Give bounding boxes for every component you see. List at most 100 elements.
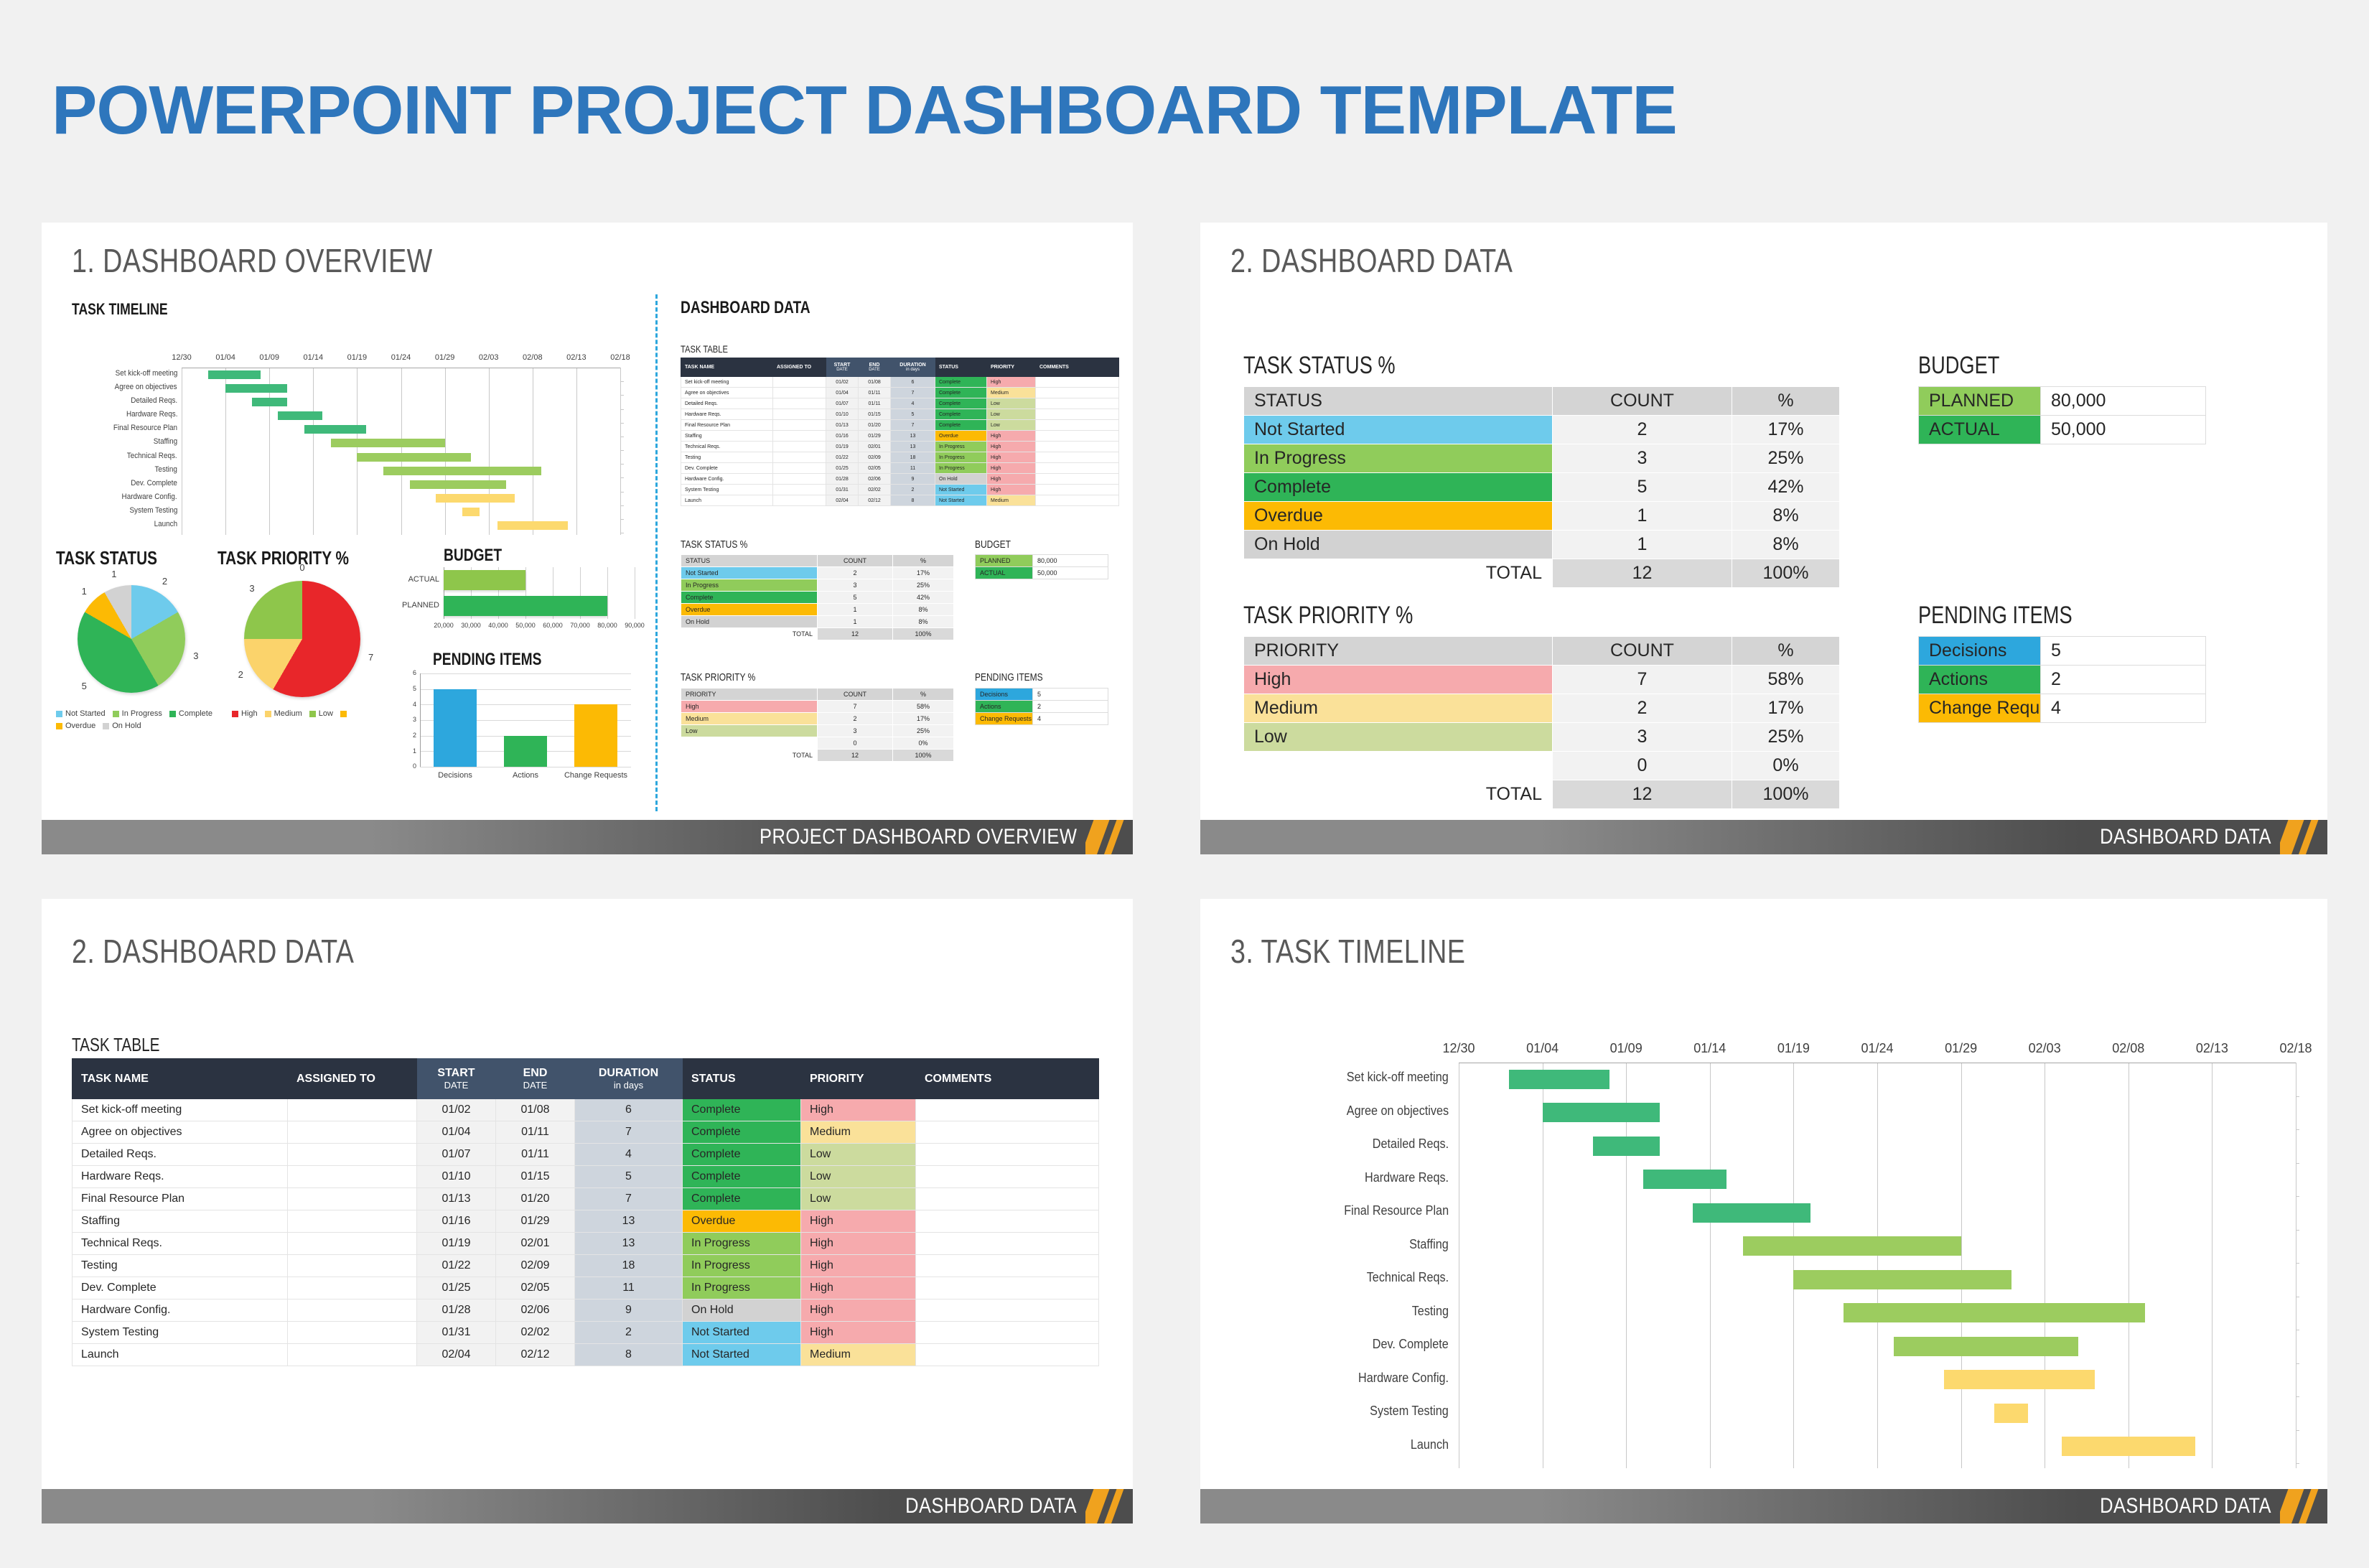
cell-assigned-to[interactable] (287, 1321, 417, 1344)
cell-comments[interactable] (915, 1143, 1099, 1166)
cell-assigned-to[interactable] (287, 1187, 417, 1210)
cell-assigned-to[interactable] (287, 1098, 417, 1121)
cell-comments[interactable] (1035, 495, 1119, 506)
cell-comments[interactable] (915, 1210, 1099, 1233)
table-row[interactable]: Decisions 5 (975, 688, 1108, 701)
table-row[interactable]: Dev. Complete 01/25 02/05 11 In Progress High (72, 1277, 1099, 1299)
cell-comments[interactable] (915, 1277, 1099, 1299)
table-row[interactable]: System Testing 01/31 02/02 2 Not Started High (72, 1321, 1099, 1344)
cell-assigned-to[interactable] (772, 419, 826, 431)
cell-assigned-to[interactable] (772, 441, 826, 452)
table-row[interactable]: Hardware Config. 01/28 02/06 9 On Hold High (72, 1299, 1099, 1322)
table-row[interactable]: Launch 02/04 02/12 8 Not Started Medium (72, 1343, 1099, 1366)
table-row[interactable]: Staffing 01/16 01/29 13 Overdue High (72, 1210, 1099, 1233)
cell-comments[interactable] (1035, 452, 1119, 463)
table-row[interactable]: In Progress 3 25% (681, 579, 954, 592)
table-row[interactable]: Change Requests4 (1918, 694, 2206, 723)
cell-comments[interactable] (915, 1232, 1099, 1255)
table-row[interactable]: ACTUAL 50,000 (975, 566, 1108, 579)
cell-comments[interactable] (915, 1187, 1099, 1210)
table-row[interactable]: Final Resource Plan 01/13 01/20 7 Complete Lo… (72, 1187, 1099, 1210)
table-row[interactable]: Dev. Complete 01/25 02/05 11 In Progress High (681, 462, 1119, 474)
table-row[interactable]: Actions 2 (975, 700, 1108, 713)
cell-comments[interactable] (1035, 462, 1119, 474)
table-row[interactable]: Technical Reqs. 01/19 02/01 13 In Progress Hi… (681, 441, 1119, 452)
table-row[interactable]: System Testing 01/31 02/02 2 Not Started High (681, 484, 1119, 495)
table-row[interactable]: Testing 01/22 02/09 18 In Progress High (72, 1254, 1099, 1277)
cell-comments[interactable] (1035, 376, 1119, 388)
table-row[interactable]: Launch 02/04 02/12 8 Not Started Medium (681, 495, 1119, 506)
table-row[interactable]: 0 0% (681, 737, 954, 750)
cell-comments[interactable] (915, 1098, 1099, 1121)
table-row[interactable]: Testing 01/22 02/09 18 In Progress High (681, 452, 1119, 463)
cell-comments[interactable] (915, 1121, 1099, 1144)
table-row[interactable]: Low 3 25% (1243, 722, 1840, 752)
cell-assigned-to[interactable] (772, 452, 826, 463)
table-row[interactable]: Detailed Reqs. 01/07 01/11 4 Complete Low (681, 398, 1119, 409)
cell-comments[interactable] (915, 1321, 1099, 1344)
cell-assigned-to[interactable] (772, 430, 826, 442)
table-row[interactable]: Not Started 2 17% (1243, 415, 1840, 444)
cell-comments[interactable] (1035, 398, 1119, 409)
cell-comments[interactable] (915, 1343, 1099, 1366)
cell-comments[interactable] (1035, 441, 1119, 452)
table-row[interactable]: In Progress 3 25% (1243, 444, 1840, 473)
cell-assigned-to[interactable] (287, 1343, 417, 1366)
table-row[interactable]: PLANNED 80,000 (975, 554, 1108, 567)
table-row[interactable]: Change Requests4 (975, 712, 1108, 725)
table-row[interactable]: On Hold 1 8% (1243, 530, 1840, 559)
cell-assigned-to[interactable] (287, 1277, 417, 1299)
table-row[interactable]: Medium 2 17% (681, 712, 954, 725)
cell-assigned-to[interactable] (287, 1121, 417, 1144)
table-row[interactable]: Actions 2 (1918, 665, 2206, 694)
table-row[interactable]: Agree on objectives 01/04 01/11 7 Complete Me… (681, 387, 1119, 398)
cell-comments[interactable] (915, 1299, 1099, 1322)
cell-comments[interactable] (1035, 409, 1119, 420)
table-row[interactable]: Decisions 5 (1918, 636, 2206, 666)
cell-assigned-to[interactable] (772, 387, 826, 398)
cell-assigned-to[interactable] (772, 376, 826, 388)
cell-assigned-to[interactable] (287, 1165, 417, 1188)
cell-assigned-to[interactable] (772, 473, 826, 485)
table-row[interactable]: Hardware Reqs. 01/10 01/15 5 Complete Low (681, 409, 1119, 420)
table-row[interactable]: Hardware Reqs. 01/10 01/15 5 Complete Low (72, 1165, 1099, 1188)
cell-assigned-to[interactable] (287, 1254, 417, 1277)
cell-assigned-to[interactable] (772, 409, 826, 420)
cell-comments[interactable] (915, 1165, 1099, 1188)
cell-comments[interactable] (1035, 387, 1119, 398)
cell-assigned-to[interactable] (772, 462, 826, 474)
table-row[interactable]: Set kick-off meeting 01/02 01/08 6 Complete H… (681, 376, 1119, 388)
table-row[interactable]: Low 3 25% (681, 724, 954, 737)
table-row[interactable]: Complete 5 42% (681, 591, 954, 604)
slide-dashboard-overview[interactable]: 1. DASHBOARD OVERVIEW TASK TIMELINE 12/3… (42, 223, 1133, 854)
table-row[interactable]: 0 0% (1243, 751, 1840, 780)
cell-assigned-to[interactable] (287, 1232, 417, 1255)
cell-assigned-to[interactable] (772, 484, 826, 495)
table-row[interactable]: Technical Reqs. 01/19 02/01 13 In Progress Hi… (72, 1232, 1099, 1255)
table-row[interactable]: Agree on objectives 01/04 01/11 7 Complete Me… (72, 1121, 1099, 1144)
cell-comments[interactable] (915, 1254, 1099, 1277)
table-row[interactable]: Overdue 1 8% (1243, 501, 1840, 531)
table-row[interactable]: Medium 2 17% (1243, 694, 1840, 723)
slide-dashboard-data-tables[interactable]: 2. DASHBOARD DATA TASK STATUS % STATUS CO… (1200, 223, 2327, 854)
cell-assigned-to[interactable] (287, 1299, 417, 1322)
table-row[interactable]: Final Resource Plan 01/13 01/20 7 Complete Lo… (681, 419, 1119, 431)
table-row[interactable]: High 7 58% (681, 700, 954, 713)
slide-task-table[interactable]: 2. DASHBOARD DATA TASK TABLE TASK NAME AS… (42, 899, 1133, 1523)
table-row[interactable]: Hardware Config. 01/28 02/06 9 On Hold High (681, 473, 1119, 485)
table-row[interactable]: ACTUAL 50,000 (1918, 415, 2206, 444)
table-row[interactable]: Set kick-off meeting 01/02 01/08 6 Complete H… (72, 1098, 1099, 1121)
cell-comments[interactable] (1035, 419, 1119, 431)
cell-assigned-to[interactable] (287, 1210, 417, 1233)
slide-task-timeline[interactable]: 3. TASK TIMELINE 12/30 01/04 01/09 01/14 01/… (1200, 899, 2327, 1523)
table-row[interactable]: High 7 58% (1243, 665, 1840, 694)
cell-comments[interactable] (1035, 484, 1119, 495)
cell-assigned-to[interactable] (772, 495, 826, 506)
cell-assigned-to[interactable] (772, 398, 826, 409)
cell-comments[interactable] (1035, 473, 1119, 485)
cell-assigned-to[interactable] (287, 1143, 417, 1166)
table-row[interactable]: Not Started 2 17% (681, 566, 954, 579)
table-row[interactable]: Complete 5 42% (1243, 472, 1840, 502)
table-row[interactable]: Overdue 1 8% (681, 603, 954, 616)
cell-comments[interactable] (1035, 430, 1119, 442)
